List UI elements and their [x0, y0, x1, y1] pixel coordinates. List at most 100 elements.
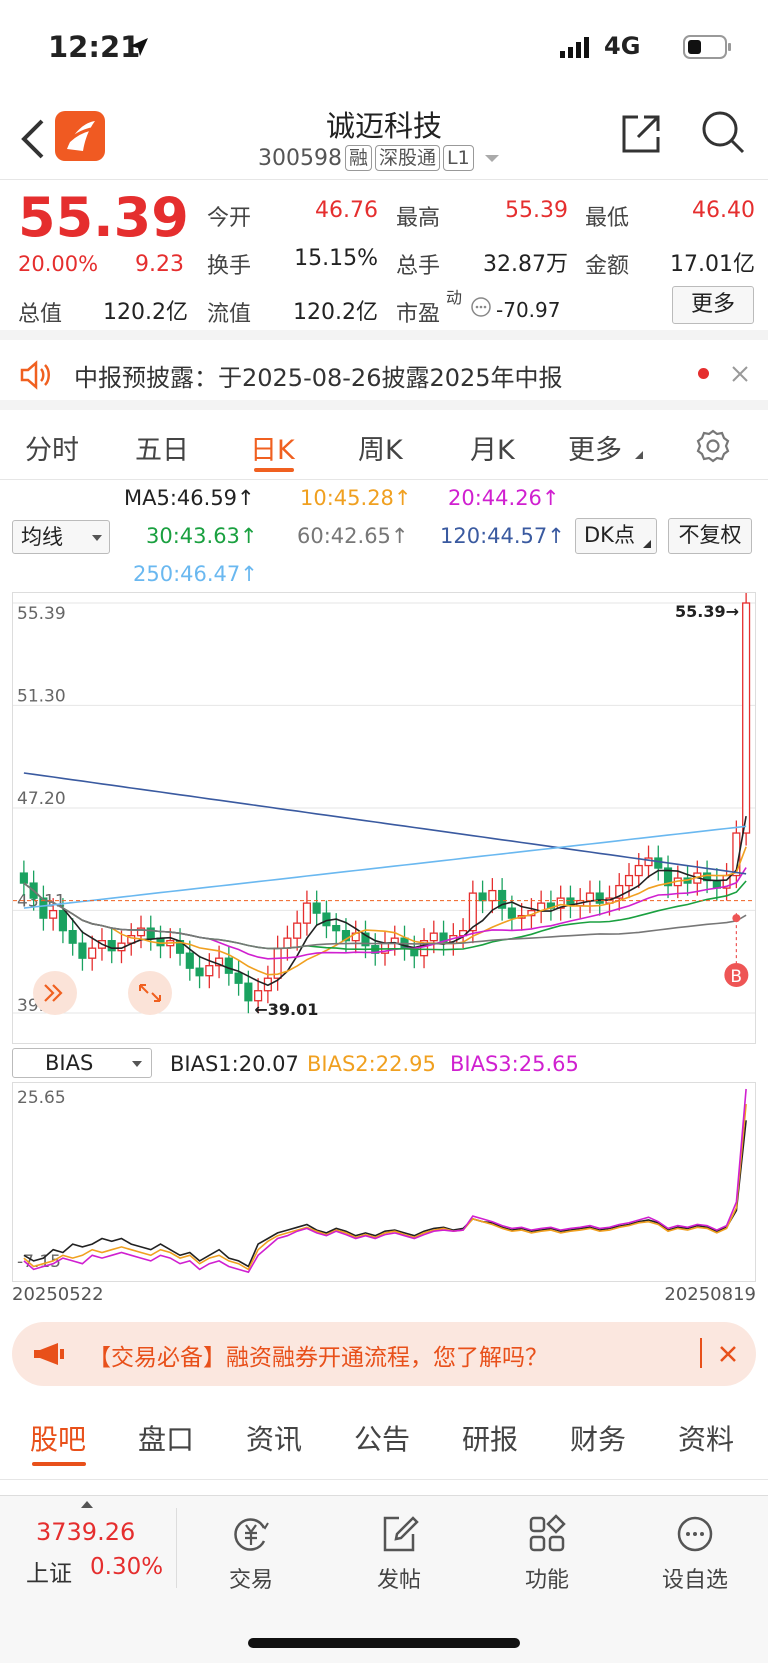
- kline-svg: 55.3951.3047.2043.1139.0155.39→←39.01B: [13, 590, 755, 1019]
- ma-selector[interactable]: 均线: [12, 520, 110, 554]
- candle-body: [107, 940, 116, 952]
- pe-superscript: 动: [446, 288, 463, 307]
- candle-body: [234, 972, 243, 984]
- settings-icon[interactable]: [695, 428, 731, 464]
- index-pct: 0.30%: [90, 1554, 164, 1580]
- notice-bar[interactable]: 中报预披露：于2025-08-26披露2025年中报: [0, 340, 768, 410]
- candle-body: [88, 947, 97, 959]
- value-low: 46.40: [692, 198, 755, 223]
- network-label: 4G: [604, 32, 641, 60]
- dk-button[interactable]: DK点: [575, 518, 657, 554]
- index-value[interactable]: 3739.26: [36, 1518, 135, 1546]
- speaker-icon: [20, 360, 50, 390]
- dock-post[interactable]: 发帖: [344, 1514, 454, 1594]
- close-icon[interactable]: [718, 1344, 738, 1364]
- tag-connect: 深股通: [375, 145, 441, 171]
- tab-forum[interactable]: 股吧: [30, 1418, 86, 1458]
- home-indicator: [248, 1638, 520, 1648]
- status-time: 12:21: [48, 30, 141, 64]
- caret-icon: [132, 1061, 142, 1067]
- bias-legend: BIAS BIAS1:20.07 BIAS2:22.95 BIAS3:25.65: [0, 1046, 768, 1082]
- value-mktcap: 120.2亿: [103, 300, 188, 325]
- label-turnover: 换手: [207, 254, 252, 279]
- label-low: 最低: [585, 206, 630, 231]
- tab-monthly-k[interactable]: 月K: [470, 428, 515, 467]
- dock-trade[interactable]: 交易: [196, 1514, 306, 1594]
- tab-finance[interactable]: 财务: [570, 1418, 626, 1458]
- candle-body: [185, 952, 194, 969]
- signal-icon: [560, 37, 589, 58]
- value-high: 55.39: [505, 198, 568, 223]
- candle-body: [19, 872, 28, 884]
- tab-weekly-k[interactable]: 周K: [358, 428, 403, 467]
- min-price-label: ←39.01: [254, 1000, 318, 1019]
- candle-body: [224, 957, 233, 974]
- value-pe: -70.97: [496, 298, 561, 322]
- last-price: 55.39: [18, 186, 189, 249]
- value-volume: 32.87万: [483, 252, 568, 277]
- ma10-value: 10:45.28↑: [300, 486, 412, 510]
- quote-panel: 55.39 20.00% 9.23 今开 46.76 最高 55.39 最低 4…: [0, 180, 768, 340]
- search-icon[interactable]: [700, 109, 746, 155]
- candle-body: [302, 902, 311, 924]
- ma30-value: 30:43.63↑: [146, 524, 258, 548]
- dock-watchlist[interactable]: 设自选: [640, 1514, 750, 1594]
- battery-icon: [683, 35, 731, 59]
- bias-chart[interactable]: 25.65 -7.15: [12, 1082, 756, 1282]
- dropdown-icon[interactable]: [482, 151, 502, 165]
- grid-icon: [529, 1514, 566, 1552]
- bias1-value: BIAS1:20.07: [170, 1052, 299, 1076]
- label-volume: 总手: [396, 254, 441, 279]
- candle-body: [488, 889, 497, 902]
- candle-body: [742, 602, 751, 834]
- ma120-value: 120:44.57↑: [440, 524, 565, 548]
- share-icon[interactable]: [618, 111, 664, 157]
- y-tick-label: 51.30: [17, 686, 66, 706]
- dock-post-label: 发帖: [376, 1568, 421, 1593]
- tab-more[interactable]: 更多: [568, 428, 622, 467]
- dock-functions-label: 功能: [524, 1568, 569, 1593]
- kline-chart[interactable]: 55.3951.3047.2043.1139.0155.39→←39.01B: [12, 590, 756, 1044]
- candle-body: [244, 982, 253, 1002]
- dock-divider: [176, 1508, 177, 1588]
- dock-trade-label: 交易: [228, 1568, 273, 1593]
- label-mktcap: 总值: [18, 302, 63, 327]
- marker-dot: [732, 914, 741, 923]
- tab-news[interactable]: 资讯: [246, 1418, 302, 1458]
- more-button[interactable]: 更多: [672, 286, 754, 324]
- index-name: 上证: [26, 1561, 72, 1587]
- candle-body: [293, 922, 302, 939]
- max-price-label: 55.39→: [675, 602, 739, 621]
- info-icon[interactable]: [470, 296, 492, 318]
- candle-body: [283, 937, 292, 949]
- date-start: 20250522: [12, 1284, 104, 1305]
- adjust-button[interactable]: 不复权: [668, 518, 752, 554]
- tag-margin: 融: [344, 145, 372, 171]
- tab-intraday[interactable]: 分时: [25, 428, 79, 467]
- candle-body: [507, 907, 516, 919]
- value-turnover: 15.15%: [294, 246, 378, 271]
- promo-banner[interactable]: 【交易必备】融资融券开通流程，您了解吗？: [12, 1322, 756, 1386]
- tab-announcements[interactable]: 公告: [354, 1418, 410, 1458]
- ma250-value: 250:46.47↑: [133, 562, 258, 586]
- stock-code-row: 300598 融 深股通 L1: [258, 145, 502, 171]
- candle-body: [585, 892, 595, 902]
- notice-text: 中报预披露：于2025-08-26披露2025年中报: [74, 364, 563, 392]
- tab-five-day[interactable]: 五日: [135, 428, 189, 467]
- content-tabs: 股吧 盘口 资讯 公告 研报 财务 资料: [0, 1400, 768, 1480]
- bias-top-tick: 25.65: [17, 1088, 66, 1108]
- tab-research[interactable]: 研报: [462, 1418, 518, 1458]
- candle-body: [195, 967, 204, 977]
- tab-daily-k[interactable]: 日K: [250, 428, 295, 467]
- ma5-value: MA5:46.59↑: [124, 486, 255, 510]
- close-icon[interactable]: [730, 364, 750, 384]
- dock-functions[interactable]: 功能: [492, 1514, 602, 1594]
- more-dots-icon: [677, 1516, 713, 1552]
- indicator-selector[interactable]: BIAS: [12, 1048, 152, 1078]
- candle-body: [624, 874, 634, 887]
- value-open: 46.76: [315, 198, 378, 223]
- tab-orderbook[interactable]: 盘口: [138, 1418, 194, 1458]
- candle-body: [654, 857, 663, 869]
- label-amount: 金额: [585, 254, 630, 279]
- tab-profile[interactable]: 资料: [678, 1418, 734, 1458]
